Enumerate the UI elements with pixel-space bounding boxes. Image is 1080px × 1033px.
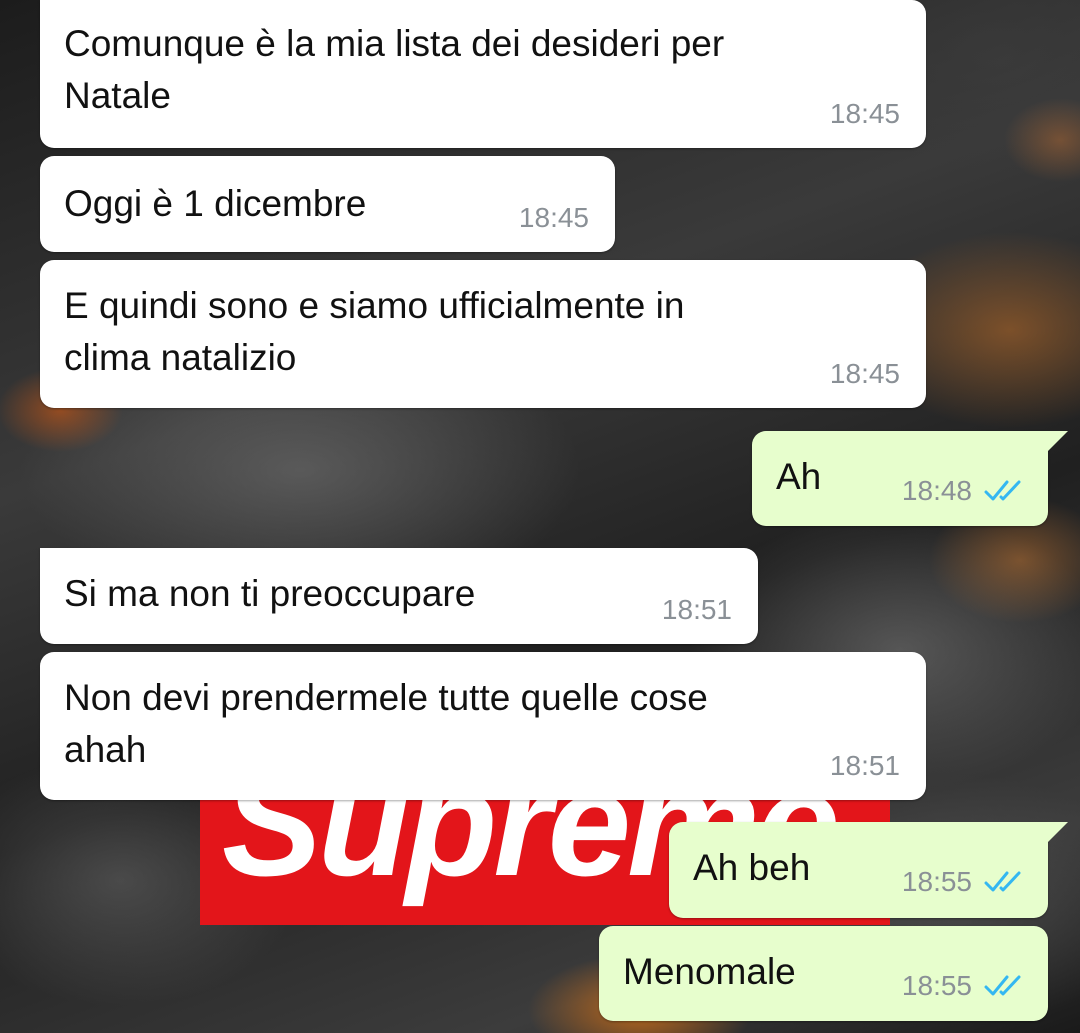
- message-line: Si ma non ti preoccupare: [64, 573, 476, 614]
- bubble-tail: [60, 548, 82, 570]
- message-bubble-incoming[interactable]: Si ma non ti preoccupare 18:51: [40, 548, 758, 644]
- message-time: 18:55: [901, 866, 972, 897]
- message-text: Ah: [776, 451, 821, 503]
- message-meta: 18:51: [830, 750, 900, 782]
- double-check-read-icon: [984, 975, 1021, 996]
- message-line: Non devi prendermele tutte quelle cose: [64, 677, 708, 718]
- message-time: 18:48: [901, 475, 972, 506]
- message-bubble-incoming[interactable]: Non devi prendermele tutte quelle cose a…: [40, 652, 926, 800]
- message-meta: 18:45: [830, 98, 900, 130]
- double-check-read-icon: [984, 871, 1021, 892]
- message-time: 18:51: [829, 750, 900, 781]
- message-line: Comunque è la mia lista dei desideri per: [64, 23, 725, 64]
- message-time: 18:51: [661, 594, 732, 625]
- message-line: Menomale: [623, 951, 796, 992]
- message-meta: 18:45: [519, 202, 589, 234]
- message-time: 18:45: [518, 202, 589, 233]
- message-text: E quindi sono e siamo ufficialmente in c…: [64, 280, 684, 384]
- message-text: Ah beh: [693, 842, 810, 894]
- message-time: 18:45: [829, 98, 900, 129]
- message-line: clima natalizio: [64, 337, 297, 378]
- message-bubble-outgoing[interactable]: Menomale 18:55: [599, 926, 1048, 1021]
- message-time: 18:45: [829, 358, 900, 389]
- message-text: Comunque è la mia lista dei desideri per…: [64, 18, 724, 122]
- message-time: 18:55: [901, 970, 972, 1001]
- message-bubble-outgoing[interactable]: Ah 18:48: [752, 431, 1068, 526]
- message-line: ahah: [64, 729, 147, 770]
- message-line: Natale: [64, 75, 171, 116]
- message-meta: 18:55: [902, 866, 1026, 898]
- message-text: Non devi prendermele tutte quelle cose a…: [64, 672, 708, 776]
- message-meta: 18:45: [830, 358, 900, 390]
- message-meta: 18:48: [902, 475, 1026, 507]
- message-bubble-incoming[interactable]: Oggi è 1 dicembre 18:45: [40, 156, 615, 252]
- bubble-tail: [1046, 431, 1068, 453]
- message-line: Oggi è 1 dicembre: [64, 183, 367, 224]
- message-text: Oggi è 1 dicembre: [64, 178, 366, 230]
- message-line: E quindi sono e siamo ufficialmente in: [64, 285, 685, 326]
- message-meta: 18:55: [902, 970, 1026, 1002]
- message-bubble-incoming[interactable]: E quindi sono e siamo ufficialmente in c…: [40, 260, 926, 408]
- double-check-read-icon: [984, 480, 1021, 501]
- message-meta: 18:51: [662, 594, 732, 626]
- message-text: Si ma non ti preoccupare: [64, 568, 475, 620]
- message-bubble-outgoing[interactable]: Ah beh 18:55: [669, 822, 1068, 918]
- message-bubble-incoming[interactable]: Comunque è la mia lista dei desideri per…: [40, 0, 926, 148]
- message-text: Menomale: [623, 946, 796, 998]
- bubble-tail: [1046, 822, 1068, 844]
- message-line: Ah beh: [693, 847, 811, 888]
- message-line: Ah: [776, 456, 822, 497]
